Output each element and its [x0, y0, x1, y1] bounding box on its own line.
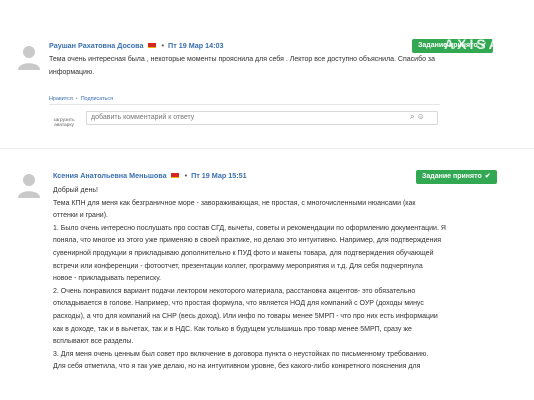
author-name[interactable]: Раушан Рахатовна Досова [49, 41, 144, 50]
watermark: АXISA [444, 36, 502, 52]
status-badge: Задание принято ✔ [416, 170, 497, 184]
flag-icon [170, 173, 179, 179]
comment-header: Ксения Анатольевна Меньшова • Пт 19 Мар … [53, 171, 247, 180]
author-name[interactable]: Ксения Анатольевна Меньшова [53, 171, 167, 180]
comment-actions: Нравится • Подписаться [49, 96, 113, 102]
divider [49, 104, 440, 105]
reply-comment-input[interactable]: добавить комментарий к ответу [86, 111, 438, 125]
upload-avatar-link[interactable]: загрузить аватарку [52, 118, 76, 140]
attach-icon[interactable]: ⌕ [410, 112, 414, 121]
comment-date: Пт 19 Мар 14:03 [168, 41, 224, 50]
flag-icon [147, 43, 156, 49]
user-placeholder-icon [15, 42, 43, 70]
comment-date: Пт 19 Мар 15:51 [191, 171, 247, 180]
comment-header: Раушан Рахатовна Досова • Пт 19 Мар 14:0… [49, 41, 224, 50]
comment-text: Добрый день! Тема КПН для меня как безгр… [53, 187, 446, 371]
user-placeholder-icon [15, 170, 43, 198]
check-icon: ✔ [484, 173, 491, 180]
like-link[interactable]: Нравится [49, 96, 73, 102]
smile-icon[interactable]: ☺ [417, 112, 425, 121]
subscribe-link[interactable]: Подписаться [81, 96, 113, 102]
section-divider [0, 148, 534, 149]
comment-text: Тема очень интересная была , некоторые м… [49, 56, 436, 76]
